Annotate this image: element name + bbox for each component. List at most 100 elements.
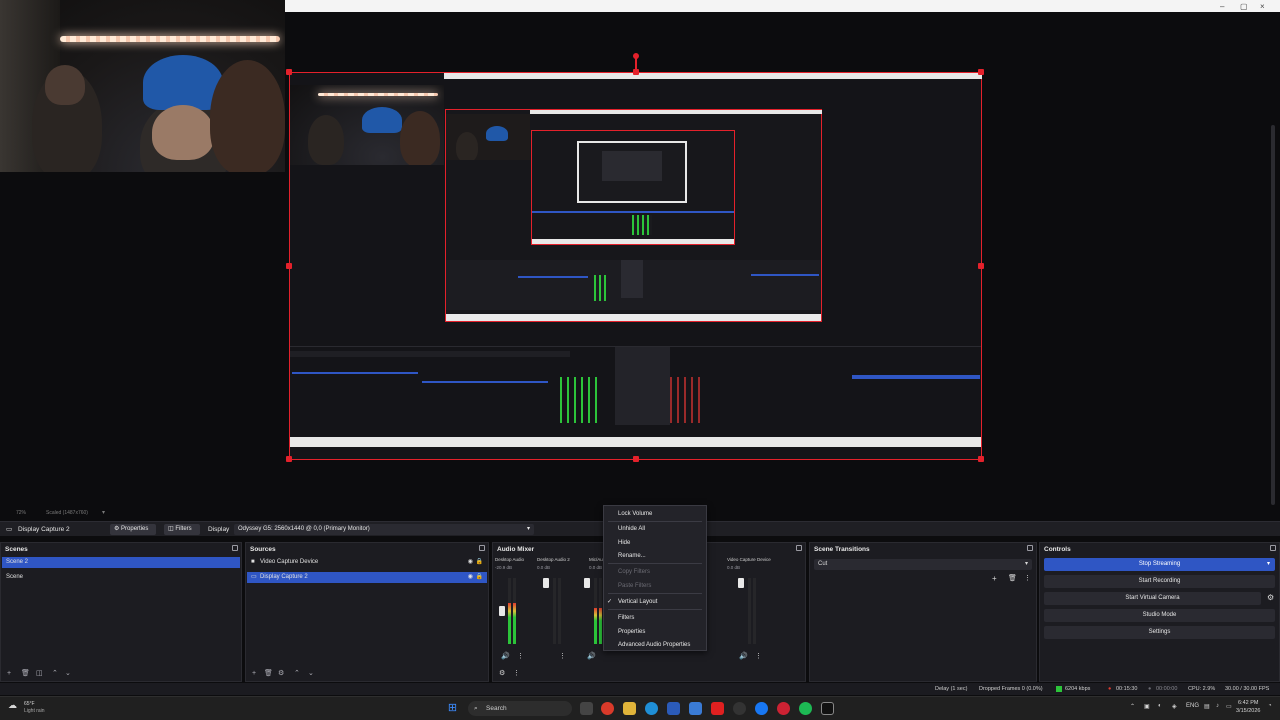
task-view-icon[interactable]	[580, 702, 593, 715]
menu-item-vertical-layout[interactable]: Vertical Layout	[618, 598, 657, 606]
volume-slider-handle[interactable]	[543, 578, 549, 588]
taskbar-search[interactable]: ⌕ Search	[468, 701, 572, 716]
tray-app-icon[interactable]: ◐	[1158, 703, 1162, 709]
zoom-level[interactable]: 72%	[16, 510, 26, 516]
camera-icon: ■	[251, 559, 255, 565]
maximize-button[interactable]: ▢	[1240, 2, 1248, 11]
audio-mixer-dock-menu-icon[interactable]	[796, 545, 802, 551]
volume-meter	[513, 578, 516, 644]
clock-time[interactable]: 6:42 PM	[1238, 700, 1258, 706]
virtual-camera-settings-icon[interactable]: ⚙	[1267, 593, 1274, 602]
tray-app-icon[interactable]: ▣	[1144, 703, 1150, 710]
scale-dropdown-icon[interactable]: ▾	[102, 509, 105, 516]
tray-app-icon[interactable]: ◈	[1172, 703, 1177, 710]
transition-menu-icon[interactable]: ⋮	[1024, 574, 1031, 582]
app-icon[interactable]	[777, 702, 790, 715]
facebook-icon[interactable]	[755, 702, 768, 715]
mute-speaker-icon[interactable]: 🔊	[501, 652, 510, 660]
weather-icon[interactable]: ☁	[8, 700, 17, 711]
menu-item-unhide-all[interactable]: Unhide All	[618, 525, 645, 533]
remove-transition-icon[interactable]: 🗑	[1008, 574, 1017, 582]
stop-streaming-button[interactable]: Stop Streaming ▾	[1044, 558, 1275, 571]
rotate-handle[interactable]	[633, 53, 639, 59]
notifications-icon[interactable]: ◔	[1268, 703, 1272, 709]
volume-meter	[558, 578, 561, 644]
properties-button[interactable]: ⚙ Properties	[110, 524, 156, 535]
scene-item[interactable]: Scene 2	[2, 557, 240, 568]
network-icon[interactable]: ▤	[1204, 703, 1210, 710]
remove-scene-icon[interactable]: 🗑	[21, 669, 30, 677]
mixer-menu-icon[interactable]: ⋮	[513, 669, 520, 677]
volume-meter	[594, 578, 597, 644]
move-up-icon[interactable]: ⌃	[294, 669, 300, 677]
channel-menu-icon[interactable]: ⋮	[517, 652, 524, 660]
menu-item-advanced-audio-properties[interactable]: Advanced Audio Properties	[618, 641, 690, 649]
studio-mode-button[interactable]: Studio Mode	[1044, 609, 1275, 622]
clock-date[interactable]: 3/15/2026	[1236, 708, 1260, 714]
add-scene-icon[interactable]: +	[7, 670, 11, 677]
volume-slider-handle[interactable]	[584, 578, 590, 588]
move-up-icon[interactable]: ⌃	[52, 669, 58, 677]
volume-slider-handle[interactable]	[499, 606, 505, 616]
move-down-icon[interactable]: ⌄	[308, 669, 314, 677]
weather-temp: 65°F	[24, 701, 35, 707]
language-indicator[interactable]: ENG	[1186, 703, 1199, 709]
file-explorer-icon[interactable]	[623, 702, 636, 715]
menu-item-lock-volume[interactable]: Lock Volume	[618, 510, 652, 518]
visibility-eye-icon[interactable]: ◉	[468, 557, 473, 568]
battery-icon[interactable]: ▭	[1226, 703, 1232, 710]
mute-speaker-icon[interactable]: 🔊	[739, 652, 748, 660]
move-down-icon[interactable]: ⌄	[65, 669, 71, 677]
visibility-eye-icon[interactable]: ◉	[468, 572, 473, 583]
start-virtual-camera-button[interactable]: Start Virtual Camera	[1044, 592, 1261, 605]
edge-icon[interactable]	[645, 702, 658, 715]
scene-item[interactable]: Scene	[2, 572, 240, 583]
app-icon[interactable]	[733, 702, 746, 715]
controls-dock-menu-icon[interactable]	[1270, 545, 1276, 551]
mute-speaker-icon[interactable]: 🔊	[587, 652, 596, 660]
windows-start-icon[interactable]: ⊞	[446, 702, 459, 715]
preview-canvas[interactable]	[286, 53, 984, 462]
volume-meter	[553, 578, 556, 644]
start-recording-button[interactable]: Start Recording	[1044, 575, 1275, 588]
transition-select[interactable]: Cut ▾	[814, 559, 1032, 570]
volume-slider-handle[interactable]	[738, 578, 744, 588]
channel-name: Desktop Audio 2	[537, 557, 570, 562]
minimize-button[interactable]: –	[1220, 2, 1224, 11]
lock-icon[interactable]: 🔒	[476, 557, 483, 568]
menu-item-rename[interactable]: Rename...	[618, 552, 646, 560]
close-button[interactable]: ×	[1260, 2, 1265, 11]
spotify-icon[interactable]	[799, 702, 812, 715]
preview-vertical-scrollbar[interactable]	[1271, 125, 1275, 505]
channel-menu-icon[interactable]: ⋮	[559, 652, 566, 660]
app-icon[interactable]	[667, 702, 680, 715]
filters-button[interactable]: ◫ Filters	[164, 524, 200, 535]
add-source-icon[interactable]: +	[252, 670, 256, 677]
top-resize-handle[interactable]	[633, 69, 639, 75]
volume-icon[interactable]: ♪	[1216, 703, 1219, 709]
source-item[interactable]: ▭ Display Capture 2 ◉ 🔒	[247, 572, 487, 583]
source-item[interactable]: ■ Video Capture Device ◉ 🔒	[247, 557, 487, 568]
transitions-dock-menu-icon[interactable]	[1027, 545, 1033, 551]
chrome-icon[interactable]	[601, 702, 614, 715]
volume-meter	[599, 578, 602, 644]
lock-icon[interactable]: 🔒	[476, 572, 483, 583]
app-icon[interactable]	[821, 702, 834, 715]
connection-status-icon	[1056, 686, 1062, 692]
remove-source-icon[interactable]: 🗑	[264, 669, 273, 677]
app-icon[interactable]	[689, 702, 702, 715]
settings-button[interactable]: Settings	[1044, 626, 1275, 639]
sources-dock-menu-icon[interactable]	[479, 545, 485, 551]
source-settings-icon[interactable]: ⚙	[278, 669, 284, 677]
menu-item-filters[interactable]: Filters	[618, 614, 634, 622]
tray-chevron-icon[interactable]: ⌃	[1130, 703, 1135, 710]
channel-menu-icon[interactable]: ⋮	[755, 652, 762, 660]
scenes-dock-menu-icon[interactable]	[232, 545, 238, 551]
menu-item-hide[interactable]: Hide	[618, 539, 630, 547]
mixer-settings-icon[interactable]: ⚙	[499, 669, 505, 677]
add-transition-icon[interactable]: +	[992, 574, 997, 583]
display-select[interactable]: Odyssey G5: 2560x1440 @ 0,0 (Primary Mon…	[234, 524, 534, 535]
scene-filters-icon[interactable]: ◫	[36, 669, 43, 677]
menu-item-properties[interactable]: Properties	[618, 628, 645, 636]
youtube-icon[interactable]	[711, 702, 724, 715]
